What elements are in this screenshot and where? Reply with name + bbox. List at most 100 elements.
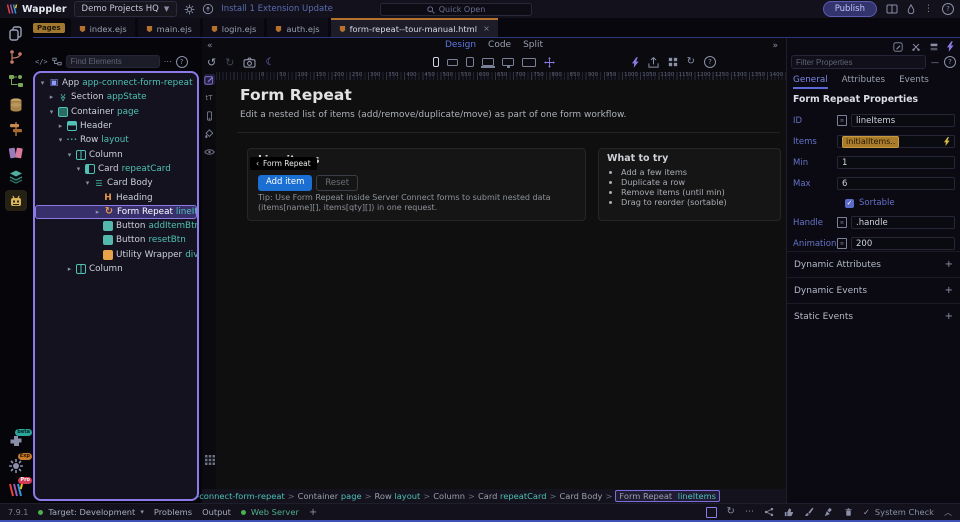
section-static-events[interactable]: Static Events+ <box>787 303 960 329</box>
chevron-right-icon[interactable]: ▸ <box>48 93 55 101</box>
sidebar-item-workflows[interactable] <box>5 70 27 91</box>
chevron-down-icon[interactable]: ▾ <box>39 79 46 87</box>
code-view-icon[interactable]: </> <box>35 58 48 66</box>
tab-form-repeat-tour-manual-html[interactable]: form-repeat--tour-manual.html× <box>331 18 498 37</box>
sidebar-item-git[interactable] <box>5 46 27 67</box>
sidebar-item-experimental[interactable]: Exp <box>5 455 27 476</box>
dynamic-data-icon[interactable] <box>944 137 950 146</box>
publish-button[interactable]: Publish <box>823 1 877 17</box>
items-input[interactable]: initialItems.. <box>837 135 955 148</box>
expand-plus-icon[interactable]: + <box>945 285 953 296</box>
apps-grid-icon[interactable] <box>668 57 678 67</box>
tree-help-icon[interactable]: ? <box>176 56 188 68</box>
checkbox-sortable[interactable]: ✓ <box>845 199 854 208</box>
install-extension-update-link[interactable]: Install 1 Extension Update <box>221 4 333 14</box>
add-panel-icon[interactable]: + <box>309 507 317 518</box>
pages-badge[interactable]: Pages <box>33 23 65 33</box>
sidebar-item-server-connect[interactable] <box>5 118 27 139</box>
breadcrumb-item-card-repeatcard[interactable]: Card repeatCard <box>478 491 547 501</box>
handle-input[interactable]: .handle <box>851 216 955 229</box>
max-input[interactable]: 6 <box>837 177 955 190</box>
settings-gear-icon[interactable] <box>184 4 195 15</box>
theme-drop-icon[interactable] <box>907 4 915 14</box>
items-binding-value[interactable]: initialItems.. <box>842 136 899 148</box>
tree-item-column[interactable]: ▸Column <box>35 262 197 276</box>
tab-login-ejs[interactable]: login.ejs <box>203 18 265 37</box>
chevron-down-icon[interactable]: ▾ <box>57 136 64 144</box>
visibility-icon[interactable] <box>204 146 215 157</box>
dark-mode-icon[interactable]: ☾ <box>265 57 274 68</box>
binding-icon[interactable]: ≡ <box>837 238 847 249</box>
quick-open-search[interactable]: Quick Open <box>380 3 532 16</box>
edit-design-icon[interactable] <box>204 74 215 85</box>
tree-item-container-page[interactable]: ▾Containerpage <box>35 105 197 119</box>
phone-icon[interactable] <box>433 57 439 67</box>
target-selector[interactable]: Target: Development ▾ <box>38 507 143 517</box>
reset-button[interactable]: Reset <box>316 175 358 191</box>
share-icon[interactable] <box>648 57 659 68</box>
properties-tab-events[interactable]: Events <box>899 75 929 89</box>
help-icon[interactable]: ? <box>704 56 716 68</box>
sidebar-item-styles[interactable] <box>5 142 27 163</box>
grid-toggle-icon[interactable] <box>205 455 215 465</box>
screenshot-icon[interactable] <box>243 57 256 68</box>
min-input[interactable]: 1 <box>837 156 955 169</box>
breadcrumb-item-form-repeat-lineitems[interactable]: Form Repeat lineItems <box>615 490 720 502</box>
properties-help-icon[interactable]: ? <box>944 56 956 68</box>
edit-code-icon[interactable] <box>893 41 903 52</box>
chevron-right-icon[interactable]: ▸ <box>94 208 101 216</box>
live-view-icon[interactable] <box>706 507 717 518</box>
problems-button[interactable]: Problems <box>154 507 192 517</box>
tree-item-section-appstate[interactable]: ▸SectionappState <box>35 90 197 104</box>
project-selector[interactable]: Demo Projects HQ ▼ <box>74 1 178 17</box>
detach-icon[interactable] <box>911 41 921 52</box>
tab-main-ejs[interactable]: main.ejs <box>138 18 200 37</box>
text-styles-icon[interactable]: tT <box>204 92 215 103</box>
view-mode-code[interactable]: Code <box>488 40 511 50</box>
view-mode-split[interactable]: Split <box>523 40 543 50</box>
tree-item-card-repeatcard[interactable]: ▾CardrepeatCard <box>35 162 197 176</box>
more-icon[interactable]: ⋯ <box>745 507 754 517</box>
add-item-button[interactable]: Add item <box>258 175 312 191</box>
tree-item-utility-wrapper-div-note[interactable]: Utility Wrapperdiv note <box>35 248 197 262</box>
refresh-icon[interactable]: ↻ <box>687 57 695 67</box>
id-input[interactable]: lineItems <box>851 114 955 127</box>
chevron-down-icon[interactable]: ▾ <box>75 165 82 173</box>
undo-icon[interactable]: ↺ <box>207 57 216 68</box>
breadcrumb-item-column[interactable]: Column <box>433 491 465 501</box>
tree-item-header[interactable]: ▸Header <box>35 119 197 133</box>
sidebar-item-pages[interactable] <box>5 22 27 43</box>
breadcrumb-item-card-body[interactable]: Card Body <box>559 491 602 501</box>
sidebar-item-ai-assistant[interactable] <box>5 190 27 211</box>
clean-icon[interactable] <box>824 507 834 517</box>
feedback-icon[interactable] <box>784 507 794 517</box>
tree-item-row-layout[interactable]: ▾Rowlayout <box>35 133 197 147</box>
tree-view-icon[interactable] <box>52 57 62 66</box>
tv-icon[interactable] <box>522 58 536 67</box>
phone-landscape-icon[interactable] <box>447 59 458 66</box>
section-dynamic-events[interactable]: Dynamic Events+ <box>787 277 960 303</box>
desktop-icon[interactable] <box>502 58 514 66</box>
fill-style-icon[interactable] <box>204 128 215 139</box>
system-check[interactable]: ✓ System Check <box>863 507 934 517</box>
chevron-right-icon[interactable]: ▸ <box>57 122 64 130</box>
share-nodes-icon[interactable] <box>764 507 774 517</box>
element-spacing-icon[interactable] <box>204 110 215 121</box>
help-icon[interactable]: ? <box>942 3 954 15</box>
tab-index-ejs[interactable]: index.ejs <box>71 18 135 37</box>
dynamic-data-icon[interactable] <box>632 57 639 68</box>
tree-item-button-resetbtn[interactable]: ButtonresetBtn <box>35 233 197 247</box>
sidebar-item-wappler-pro[interactable]: Pro <box>5 479 27 500</box>
chevron-right-icon[interactable]: ▸ <box>66 265 73 273</box>
binding-icon[interactable]: ≡ <box>837 115 847 126</box>
filter-properties-input[interactable] <box>791 55 926 69</box>
sidebar-item-frameworks[interactable] <box>5 166 27 187</box>
web-server-status[interactable]: Web Server <box>241 507 299 517</box>
properties-tab-attributes[interactable]: Attributes <box>842 75 885 89</box>
panel-layout-icon[interactable] <box>886 4 898 14</box>
trash-icon[interactable] <box>844 507 853 517</box>
tree-item-card-body[interactable]: ▾Card Body <box>35 176 197 190</box>
responsive-move-icon[interactable] <box>544 57 555 68</box>
breadcrumb-item-container-page[interactable]: Container page <box>298 491 362 501</box>
breadcrumb-item-row-layout[interactable]: Row layout <box>375 491 421 501</box>
